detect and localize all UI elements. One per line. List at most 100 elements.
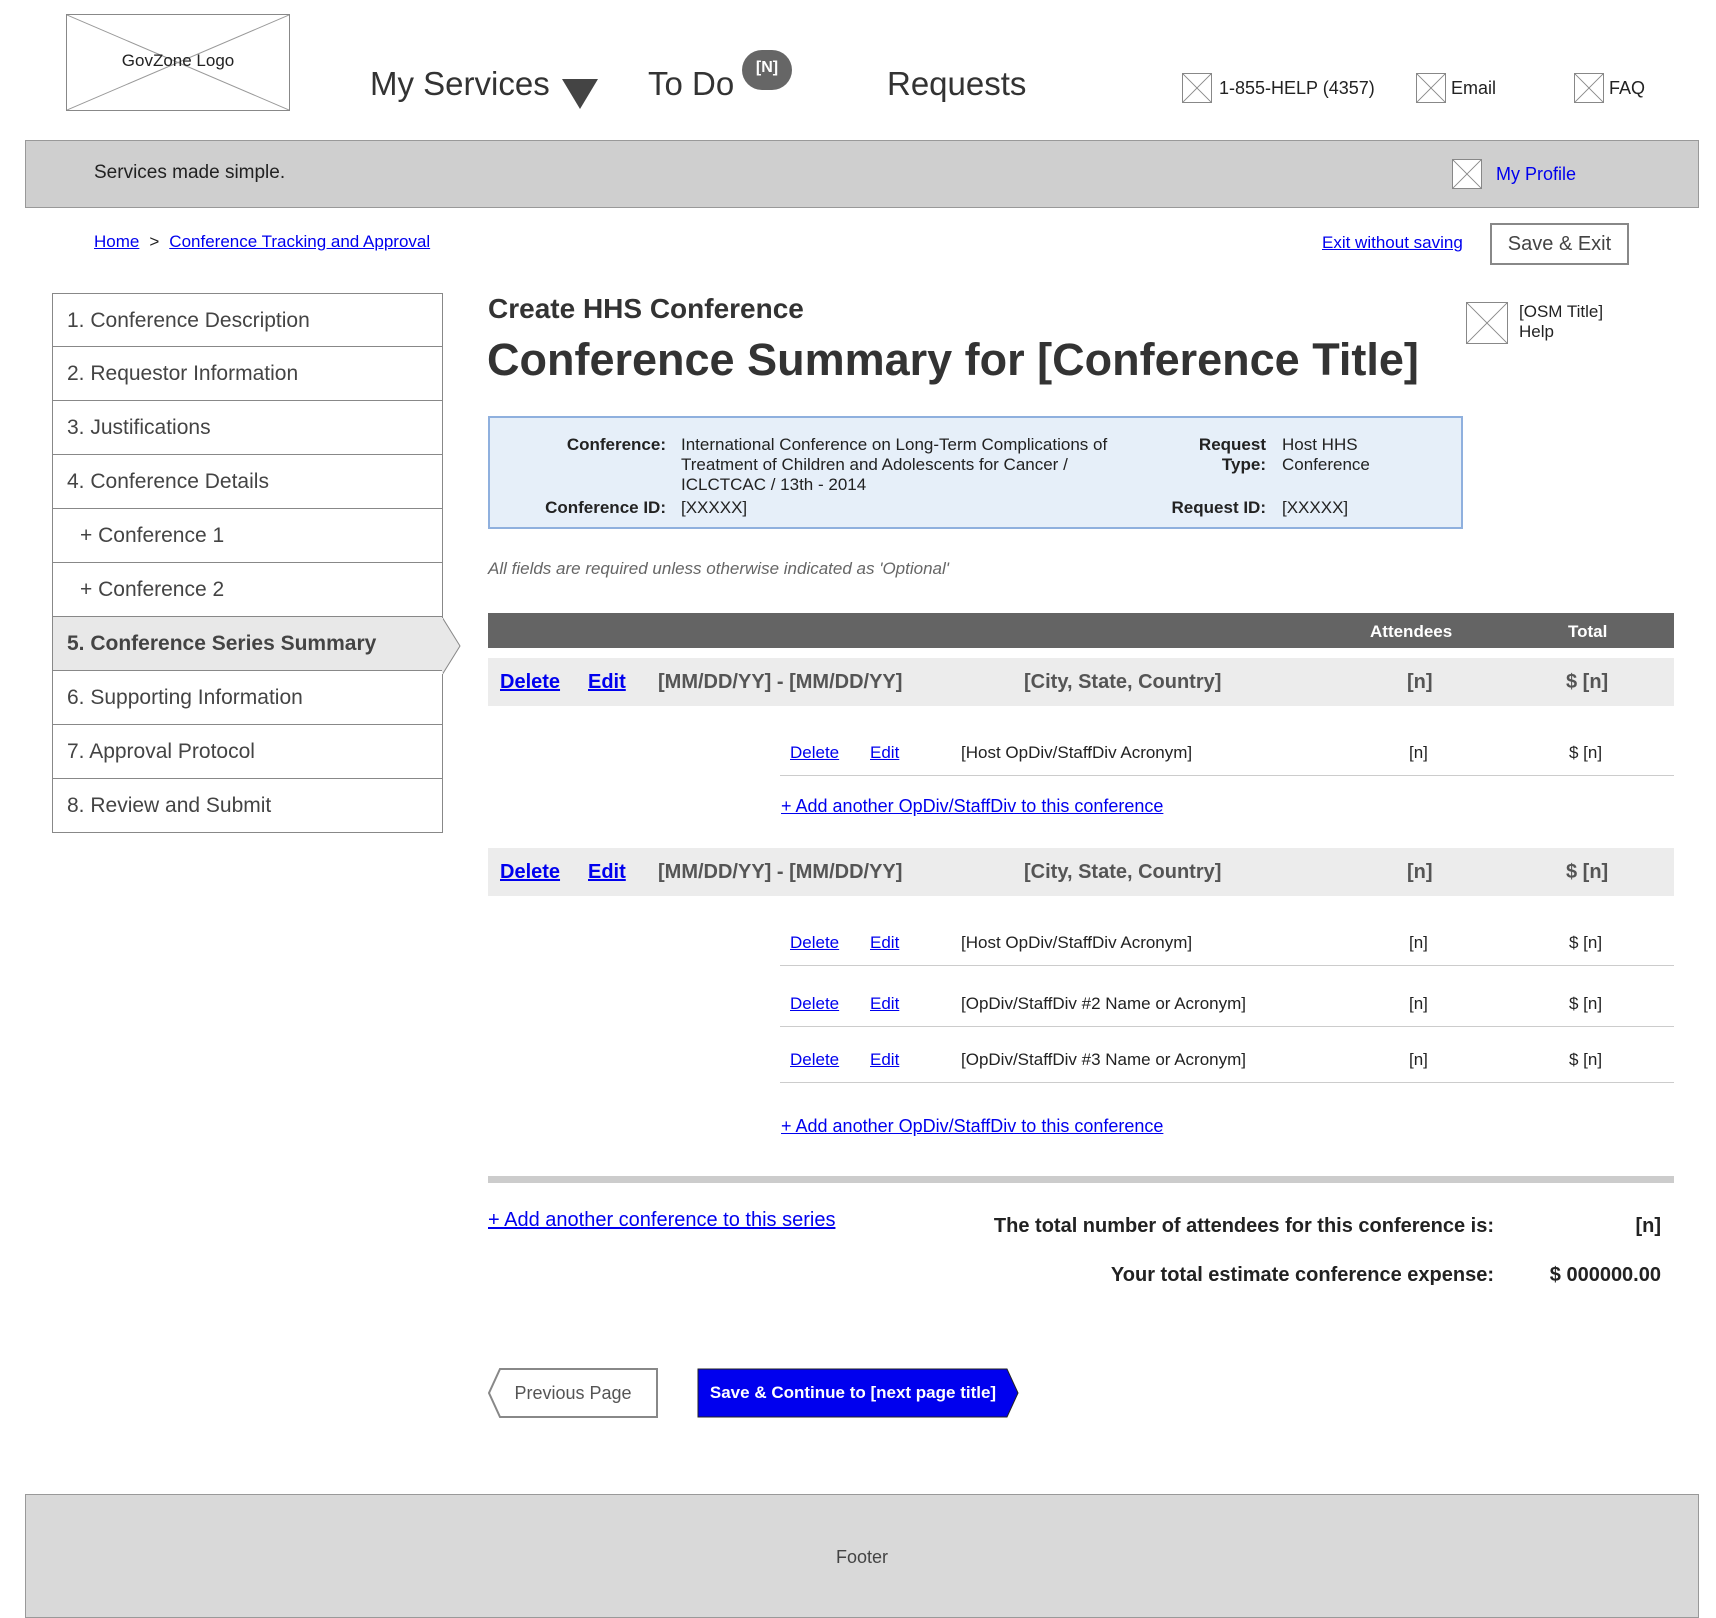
division-row: Delete Edit [OpDiv/StaffDiv #3 Name or A…: [780, 1031, 1674, 1086]
exit-without-saving-link[interactable]: Exit without saving: [1322, 233, 1463, 253]
division-row: Delete Edit [OpDiv/StaffDiv #2 Name or A…: [780, 975, 1674, 1030]
help-icon[interactable]: [1466, 302, 1508, 344]
row-divider: [780, 1082, 1674, 1083]
delete-division-link[interactable]: Delete: [790, 743, 839, 763]
tagline: Services made simple.: [94, 162, 286, 183]
sidebar-item-conference-description[interactable]: 1. Conference Description: [52, 293, 443, 347]
division-total: $ [n]: [1569, 1050, 1603, 1069]
help-phone-number[interactable]: 1-855-HELP (4357): [1219, 78, 1375, 99]
add-division-link[interactable]: + Add another OpDiv/StaffDiv to this con…: [781, 1116, 1163, 1137]
nav-my-services-label: My Services: [370, 65, 550, 102]
footer: Footer: [25, 1494, 1699, 1618]
total-attendees-label: The total number of attendees for this c…: [993, 1215, 1494, 1237]
osm-title: [OSM Title]: [1519, 302, 1604, 321]
add-division-link[interactable]: + Add another OpDiv/StaffDiv to this con…: [781, 796, 1163, 817]
division-total: $ [n]: [1569, 743, 1603, 762]
page-title: Conference Summary for [Conference Title…: [487, 334, 1419, 385]
phone-icon: [1182, 73, 1212, 103]
chevron-down-icon[interactable]: [562, 79, 598, 109]
delete-conference-link[interactable]: Delete: [500, 861, 560, 884]
division-attendees: [n]: [1409, 933, 1428, 952]
delete-division-link[interactable]: Delete: [790, 933, 839, 953]
breadcrumb-current[interactable]: Conference Tracking and Approval: [169, 232, 430, 251]
division-attendees: [n]: [1409, 743, 1428, 762]
division-name: [OpDiv/StaffDiv #3 Name or Acronym]: [961, 1050, 1247, 1069]
logo-text: GovZone Logo: [121, 51, 235, 70]
nav-requests[interactable]: Requests: [887, 65, 1026, 103]
profile-icon: [1452, 159, 1482, 189]
edit-division-link[interactable]: Edit: [870, 1050, 899, 1070]
faq-icon: [1574, 73, 1604, 103]
conference-dates: [MM/DD/YY] - [MM/DD/YY]: [658, 671, 903, 693]
conference-info-panel: Conference: International Conference on …: [488, 416, 1463, 529]
nav-requests-label: Requests: [887, 65, 1027, 102]
total-expense-label: Your total estimate conference expense:: [1110, 1264, 1494, 1286]
breadcrumb: Home > Conference Tracking and Approval: [94, 232, 430, 252]
my-profile-link[interactable]: My Profile: [1496, 164, 1576, 185]
edit-division-link[interactable]: Edit: [870, 994, 899, 1014]
conference-location: [City, State, Country]: [1024, 671, 1222, 693]
conference-id-label: Conference ID:: [545, 498, 666, 517]
request-id-label: Request ID:: [1171, 498, 1266, 517]
footer-text: Footer: [835, 1547, 889, 1567]
conference-attendees: [n]: [1407, 861, 1433, 883]
conference-location: [City, State, Country]: [1024, 861, 1222, 883]
osm-help-link[interactable]: [OSM Title] Help: [1519, 302, 1603, 342]
row-divider: [780, 775, 1674, 776]
division-name: [Host OpDiv/StaffDiv Acronym]: [961, 743, 1193, 762]
sidebar-item-conference-details[interactable]: 4. Conference Details: [52, 455, 443, 509]
save-exit-button[interactable]: Save & Exit: [1490, 223, 1629, 265]
sidebar-item-justifications[interactable]: 3. Justifications: [52, 401, 443, 455]
edit-conference-link[interactable]: Edit: [588, 861, 626, 884]
total-attendees-value: [n]: [1635, 1215, 1661, 1237]
sidebar-item-conference-1[interactable]: + Conference 1: [52, 509, 443, 563]
division-row: Delete Edit [Host OpDiv/StaffDiv Acronym…: [780, 724, 1674, 779]
conference-attendees: [n]: [1407, 671, 1433, 693]
sidebar-item-supporting-information[interactable]: 6. Supporting Information: [52, 671, 443, 725]
add-conference-link[interactable]: + Add another conference to this series: [488, 1209, 835, 1232]
delete-division-link[interactable]: Delete: [790, 994, 839, 1014]
row-divider: [780, 1026, 1674, 1027]
division-total: $ [n]: [1569, 933, 1603, 952]
delete-conference-link[interactable]: Delete: [500, 671, 560, 694]
division-attendees: [n]: [1409, 1050, 1428, 1069]
request-id-value: [XXXXX]: [1282, 498, 1349, 517]
to-do-count-badge: [N]: [742, 50, 792, 90]
delete-division-link[interactable]: Delete: [790, 1050, 839, 1070]
request-type-label-line2: Type:: [1221, 455, 1266, 474]
breadcrumb-home[interactable]: Home: [94, 232, 139, 251]
edit-division-link[interactable]: Edit: [870, 933, 899, 953]
division-name: [OpDiv/StaffDiv #2 Name or Acronym]: [961, 994, 1247, 1013]
sidebar-item-conference-2[interactable]: + Conference 2: [52, 563, 443, 617]
faq-link[interactable]: FAQ: [1609, 78, 1645, 99]
conference-total: $ [n]: [1566, 671, 1609, 693]
sidebar-nav: 1. Conference Description 2. Requestor I…: [52, 293, 443, 833]
section-divider: [488, 1176, 1674, 1183]
conference-id-value: [XXXXX]: [681, 498, 748, 517]
division-total: $ [n]: [1569, 994, 1603, 1013]
division-name: [Host OpDiv/StaffDiv Acronym]: [961, 933, 1193, 952]
sidebar-item-approval-protocol[interactable]: 7. Approval Protocol: [52, 725, 443, 779]
email-link[interactable]: Email: [1451, 78, 1496, 99]
request-type-value-line1: Host HHS: [1282, 435, 1358, 454]
nav-to-do-label: To Do: [648, 65, 735, 102]
conference-value: International Conference on Long-Term Co…: [681, 435, 1108, 494]
request-type-label: Request Type:: [1199, 435, 1266, 475]
request-type-label-line1: Request: [1198, 435, 1266, 454]
sidebar-item-requestor-information[interactable]: 2. Requestor Information: [52, 347, 443, 401]
previous-page-button[interactable]: Previous Page: [488, 1368, 658, 1418]
request-type-value-line2: Conference: [1282, 455, 1370, 474]
summary-table-header: Attendees Total: [488, 613, 1674, 648]
column-header-total: Total: [1568, 622, 1608, 641]
sidebar-item-conference-series-summary[interactable]: 5. Conference Series Summary: [52, 617, 443, 671]
edit-conference-link[interactable]: Edit: [588, 671, 626, 694]
sidebar-item-review-and-submit[interactable]: 8. Review and Submit: [52, 779, 443, 833]
conference-dates: [MM/DD/YY] - [MM/DD/YY]: [658, 861, 903, 883]
nav-to-do[interactable]: To Do: [648, 65, 734, 103]
help-label: Help: [1519, 322, 1554, 341]
govzone-logo[interactable]: GovZone Logo: [66, 14, 290, 111]
nav-my-services[interactable]: My Services: [370, 65, 550, 103]
save-continue-button[interactable]: Save & Continue to [next page title]: [697, 1368, 1009, 1418]
edit-division-link[interactable]: Edit: [870, 743, 899, 763]
active-item-pointer: [442, 617, 461, 675]
